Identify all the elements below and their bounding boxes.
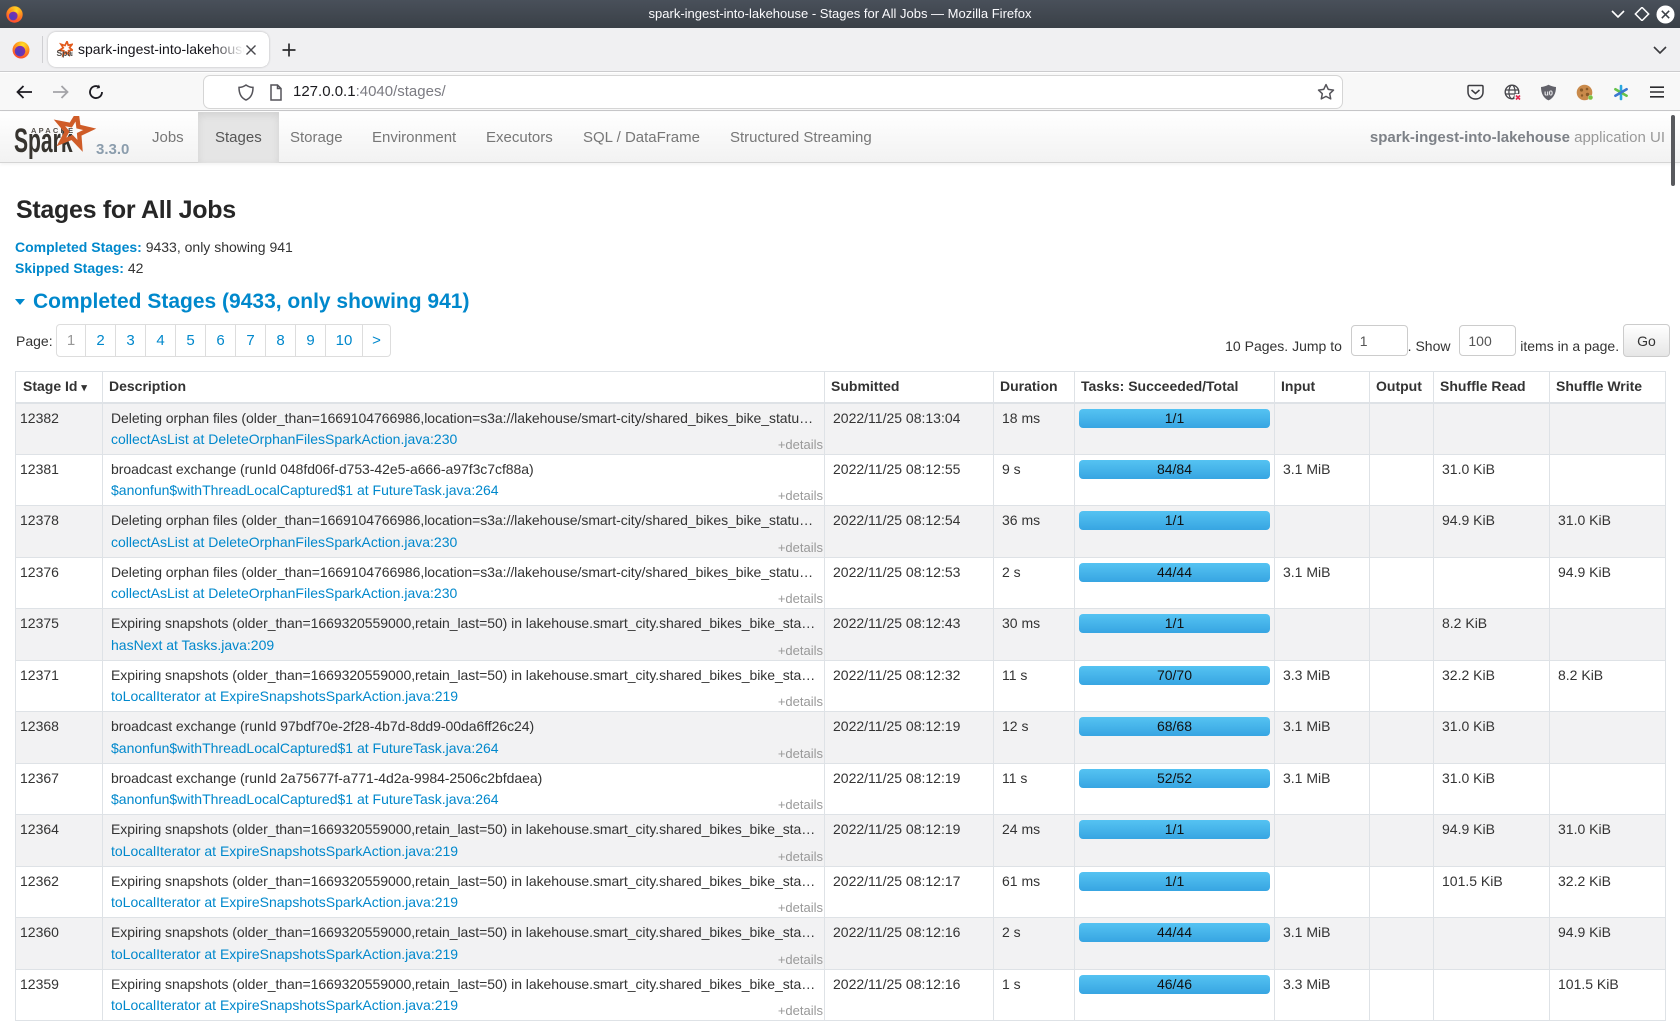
svg-text:u0: u0	[1544, 89, 1553, 98]
svg-text:Spark: Spark	[57, 48, 74, 58]
